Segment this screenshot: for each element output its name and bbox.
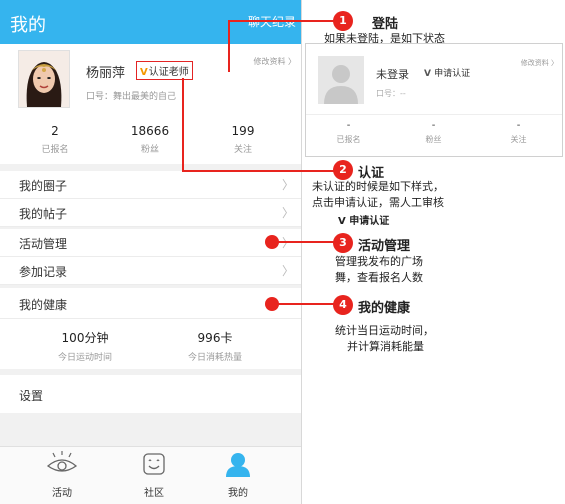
- menu-item-activity-manage[interactable]: 活动管理 〉: [0, 229, 301, 257]
- menu-item-label: 我的帖子: [19, 207, 68, 221]
- annotation-number: 4: [333, 295, 353, 315]
- chevron-right-icon: 〉: [281, 264, 294, 278]
- card-stat-label: 关注: [510, 135, 527, 144]
- annotation-title: 我的健康: [358, 301, 411, 316]
- avatar-placeholder: [318, 56, 364, 104]
- stat-label: 粉丝: [140, 145, 159, 155]
- menu-item-label: 活动管理: [19, 237, 68, 251]
- profile-slogan: 口号：舞出最美的自己: [86, 92, 177, 102]
- health-calories: 996卡 今日消耗热量: [150, 329, 280, 363]
- connector-line: [182, 78, 184, 172]
- check-v-icon: V: [338, 216, 350, 227]
- connector-line: [278, 241, 334, 243]
- apply-cert-label: 申请认证: [434, 69, 471, 79]
- annotation-title: 活动管理: [358, 239, 411, 254]
- marker-dot: [265, 297, 279, 311]
- stat-label: 已报名: [41, 145, 69, 155]
- card-stat-label: 粉丝: [425, 135, 442, 144]
- health-value: 996卡: [197, 331, 233, 345]
- connector-line: [228, 20, 334, 22]
- annotation-desc-line: 统计当日运动时间，: [335, 324, 434, 337]
- menu-item-my-circles[interactable]: 我的圈子 〉: [0, 171, 301, 199]
- health-label: 今日运动时间: [57, 353, 112, 363]
- menu-group-1: 我的圈子 〉 我的帖子 〉: [0, 171, 301, 227]
- annotation-number: 2: [333, 160, 353, 180]
- stat-value: 2: [51, 124, 59, 138]
- card-stat-value: -: [516, 120, 521, 131]
- marker-dot: [265, 235, 279, 249]
- annotation-desc-line: 管理我发布的广场: [335, 255, 423, 268]
- check-v-icon: V: [140, 67, 148, 78]
- cert-badge-label: 认证老师: [148, 67, 189, 78]
- stat-signed-up[interactable]: 2 已报名: [5, 124, 105, 155]
- logged-out-card: 未登录 V 申请认证 修改资料 〉 口号：-- - 已报名 - 粉丝 - 关注: [305, 43, 563, 157]
- tab-activity[interactable]: 活动: [22, 451, 102, 499]
- stats-bar: 2 已报名 18666 粉丝 199 关注: [0, 114, 301, 164]
- stat-following[interactable]: 199 关注: [193, 124, 293, 155]
- health-section-title[interactable]: 我的健康: [0, 288, 301, 319]
- annotation-number: 1: [333, 11, 353, 31]
- menu-item-join-records[interactable]: 参加记录 〉: [0, 257, 301, 285]
- user-icon: [226, 453, 250, 477]
- profile-name: 杨丽萍: [86, 66, 126, 81]
- apply-cert-sample: V 申请认证: [338, 212, 389, 227]
- stat-label: 关注: [233, 145, 252, 155]
- card-stat: - 粉丝: [391, 120, 476, 145]
- phone-screen: 我的 聊天纪录 杨丽萍 V认证老师 修改资料 〉 口号：舞出最美的自己 2 已报…: [0, 0, 302, 504]
- menu-item-label: 参加记录: [19, 265, 68, 279]
- menu-item-my-posts[interactable]: 我的帖子 〉: [0, 199, 301, 227]
- annotation-number: 3: [333, 233, 353, 253]
- divider: [306, 114, 562, 115]
- card-stat: - 已报名: [306, 120, 391, 145]
- annotation-title: 登陆: [372, 17, 399, 32]
- menu-item-settings[interactable]: 设置: [0, 375, 301, 413]
- card-stat-value: -: [431, 120, 436, 131]
- stat-value: 18666: [130, 124, 170, 138]
- tab-mine[interactable]: 我的: [198, 451, 278, 499]
- profile-card[interactable]: 杨丽萍 V认证老师 修改资料 〉 口号：舞出最美的自己: [0, 44, 301, 115]
- apply-cert-button[interactable]: V 申请认证: [424, 66, 470, 79]
- health-exercise-time: 100分钟 今日运动时间: [20, 329, 150, 363]
- health-value: 100分钟: [61, 331, 109, 345]
- annotation-desc-line: 舞，查看报名人数: [335, 271, 423, 284]
- stat-value: 199: [231, 124, 255, 138]
- smile-icon: [143, 453, 165, 475]
- menu-item-label: 我的圈子: [19, 179, 68, 193]
- card-stat-label: 已报名: [336, 135, 361, 144]
- logged-out-name: 未登录: [376, 68, 409, 81]
- logged-out-slogan: 口号：--: [376, 89, 406, 98]
- annotation-desc-line: 未认证的时候是如下样式，: [312, 180, 444, 193]
- annotation-desc-line: 并计算消耗能量: [347, 340, 424, 353]
- cert-badge[interactable]: V认证老师: [136, 61, 193, 80]
- settings-label: 设置: [19, 389, 44, 403]
- tab-label: 社区: [144, 488, 164, 499]
- health-stats: 100分钟 今日运动时间 996卡 今日消耗热量: [0, 319, 301, 369]
- stat-fans[interactable]: 18666 粉丝: [100, 124, 200, 155]
- app-header: 我的 聊天纪录: [0, 0, 301, 44]
- page-title: 我的: [10, 15, 46, 36]
- tab-label: 我的: [228, 488, 248, 499]
- health-title: 我的健康: [19, 298, 68, 312]
- edit-profile-link[interactable]: 修改资料 〉: [521, 58, 558, 68]
- connector-line: [182, 170, 334, 172]
- tab-bar: 活动 社区 我的: [0, 446, 301, 504]
- tab-label: 活动: [52, 488, 72, 499]
- menu-group-2: 活动管理 〉 参加记录 〉: [0, 229, 301, 285]
- eye-icon: [46, 451, 78, 472]
- card-stat: - 关注: [476, 120, 561, 145]
- connector-line: [228, 20, 230, 72]
- card-stat-value: -: [346, 120, 351, 131]
- apply-cert-sample-label: 申请认证: [349, 216, 390, 227]
- check-v-icon: V: [424, 69, 435, 79]
- tab-community[interactable]: 社区: [114, 451, 194, 499]
- chevron-right-icon: 〉: [281, 178, 294, 192]
- edit-profile-link[interactable]: 修改资料 〉: [253, 56, 296, 67]
- chevron-right-icon: 〉: [281, 206, 294, 220]
- health-label: 今日消耗热量: [187, 353, 242, 363]
- annotation-desc-line: 点击申请认证，需人工审核: [312, 196, 444, 209]
- connector-line: [278, 303, 334, 305]
- avatar[interactable]: [18, 50, 70, 108]
